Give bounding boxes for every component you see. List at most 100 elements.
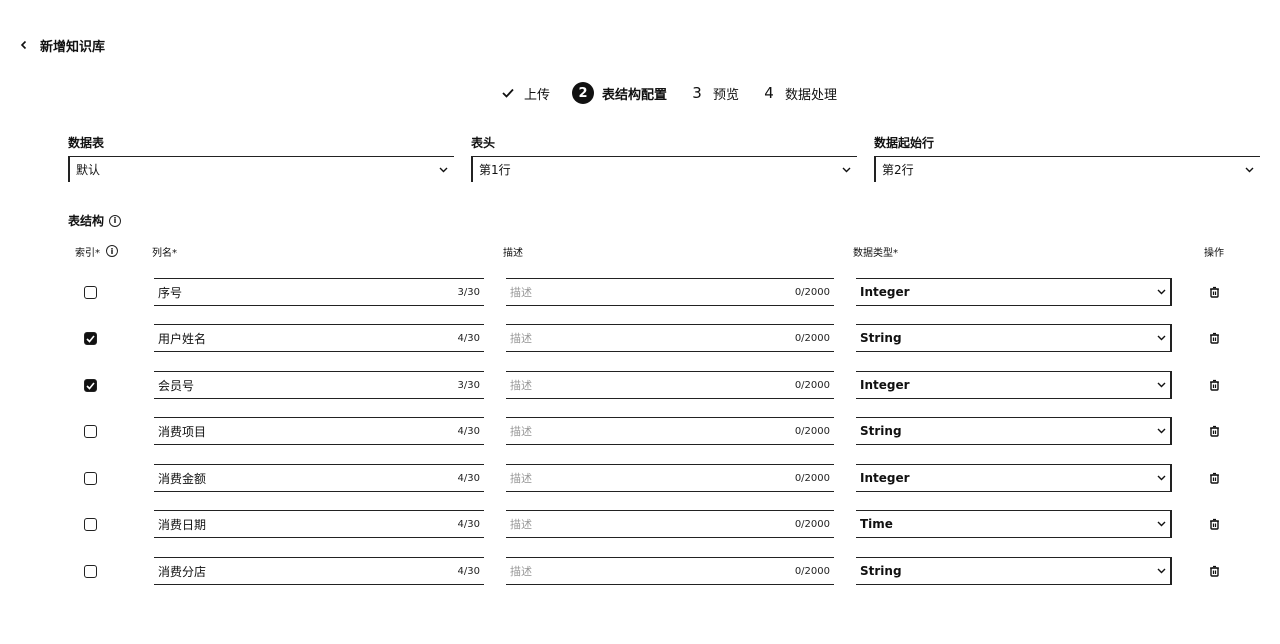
index-checkbox[interactable] xyxy=(84,565,97,578)
delete-icon[interactable] xyxy=(1206,563,1222,579)
column-name-input[interactable]: 消费金额 4/30 xyxy=(154,464,484,492)
description-counter: 0/2000 xyxy=(794,565,830,577)
step-number: 2 xyxy=(572,82,595,104)
step-number: 4 xyxy=(764,84,774,102)
structure-title: 表结构 i xyxy=(68,212,122,229)
column-header-action: 操作 xyxy=(1204,247,1224,259)
step-upload[interactable]: 上传 xyxy=(500,84,550,103)
column-name-value: 用户姓名 xyxy=(158,331,207,346)
chevron-down-icon xyxy=(1244,165,1254,175)
column-name-input[interactable]: 消费日期 4/30 xyxy=(154,510,484,538)
header-row-select[interactable]: 第1行 xyxy=(471,156,857,182)
description-placeholder: 描述 xyxy=(510,332,532,345)
data-type-select[interactable]: String xyxy=(856,417,1172,445)
table-row: 序号 3/30 描述 0/2000 Integer xyxy=(0,278,1280,310)
data-type-select[interactable]: Integer xyxy=(856,278,1172,306)
column-name-counter: 3/30 xyxy=(457,286,480,298)
step-label: 数据处理 xyxy=(785,87,838,103)
info-icon[interactable]: i xyxy=(109,214,122,227)
data-start-value: 第2行 xyxy=(882,163,914,177)
index-checkbox[interactable] xyxy=(84,518,97,531)
column-name-value: 消费日期 xyxy=(158,517,207,532)
description-input[interactable]: 描述 0/2000 xyxy=(506,510,834,538)
step-label: 表结构配置 xyxy=(602,87,668,103)
column-name-value: 会员号 xyxy=(158,378,195,393)
index-checkbox[interactable] xyxy=(84,425,97,438)
check-icon xyxy=(500,85,516,101)
description-counter: 0/2000 xyxy=(794,518,830,530)
header-row-value: 第1行 xyxy=(479,163,511,177)
description-placeholder: 描述 xyxy=(510,472,532,485)
column-name-input[interactable]: 消费分店 4/30 xyxy=(154,557,484,585)
description-counter: 0/2000 xyxy=(794,425,830,437)
description-input[interactable]: 描述 0/2000 xyxy=(506,557,834,585)
column-name-counter: 4/30 xyxy=(457,565,480,577)
column-name-value: 消费项目 xyxy=(158,424,207,439)
description-input[interactable]: 描述 0/2000 xyxy=(506,464,834,492)
table-row: 会员号 3/30 描述 0/2000 Integer xyxy=(0,371,1280,403)
structure-title-text: 表结构 xyxy=(68,214,105,228)
sheet-field: 数据表 默认 xyxy=(68,134,454,182)
delete-icon[interactable] xyxy=(1206,330,1222,346)
column-name-counter: 4/30 xyxy=(457,425,480,437)
column-name-input[interactable]: 序号 3/30 xyxy=(154,278,484,306)
table-row: 用户姓名 4/30 描述 0/2000 String xyxy=(0,324,1280,356)
description-input[interactable]: 描述 0/2000 xyxy=(506,371,834,399)
column-header-desc: 描述 xyxy=(503,247,523,259)
chevron-down-icon xyxy=(841,165,851,175)
index-checkbox[interactable] xyxy=(84,286,97,299)
data-type-value: Integer xyxy=(860,378,910,392)
sheet-value: 默认 xyxy=(76,163,101,177)
delete-icon[interactable] xyxy=(1206,516,1222,532)
data-type-select[interactable]: String xyxy=(856,324,1172,352)
chevron-down-icon xyxy=(1156,380,1166,390)
step-label: 预览 xyxy=(713,87,740,103)
step-processing[interactable]: 4 数据处理 xyxy=(761,84,837,103)
chevron-down-icon xyxy=(438,165,448,175)
description-placeholder: 描述 xyxy=(510,565,532,578)
info-icon[interactable]: i xyxy=(106,245,118,257)
step-structure[interactable]: 2 表结构配置 xyxy=(572,82,667,104)
column-name-value: 消费金额 xyxy=(158,471,207,486)
chevron-down-icon xyxy=(1156,566,1166,576)
table-row: 消费项目 4/30 描述 0/2000 String xyxy=(0,417,1280,449)
delete-icon[interactable] xyxy=(1206,284,1222,300)
column-name-value: 序号 xyxy=(158,285,183,300)
column-name-counter: 3/30 xyxy=(457,379,480,391)
delete-icon[interactable] xyxy=(1206,423,1222,439)
column-name-value: 消费分店 xyxy=(158,564,207,579)
index-checkbox[interactable] xyxy=(84,379,97,392)
column-header-index-text: 索引* xyxy=(75,247,100,259)
data-type-select[interactable]: Integer xyxy=(856,464,1172,492)
sheet-select[interactable]: 默认 xyxy=(68,156,454,182)
header-row-label: 表头 xyxy=(471,136,496,150)
column-name-input[interactable]: 用户姓名 4/30 xyxy=(154,324,484,352)
page-title: 新增知识库 xyxy=(40,39,106,55)
chevron-down-icon xyxy=(1156,287,1166,297)
index-checkbox[interactable] xyxy=(84,332,97,345)
column-name-counter: 4/30 xyxy=(457,518,480,530)
description-counter: 0/2000 xyxy=(794,379,830,391)
delete-icon[interactable] xyxy=(1206,470,1222,486)
index-checkbox[interactable] xyxy=(84,472,97,485)
data-type-select[interactable]: Integer xyxy=(856,371,1172,399)
data-type-value: Integer xyxy=(860,285,910,299)
column-name-input[interactable]: 会员号 3/30 xyxy=(154,371,484,399)
data-start-select[interactable]: 第2行 xyxy=(874,156,1260,182)
description-placeholder: 描述 xyxy=(510,518,532,531)
data-type-select[interactable]: String xyxy=(856,557,1172,585)
description-input[interactable]: 描述 0/2000 xyxy=(506,417,834,445)
description-counter: 0/2000 xyxy=(794,472,830,484)
delete-icon[interactable] xyxy=(1206,377,1222,393)
column-name-input[interactable]: 消费项目 4/30 xyxy=(154,417,484,445)
description-placeholder: 描述 xyxy=(510,425,532,438)
column-header-type: 数据类型* xyxy=(853,247,898,259)
data-type-select[interactable]: Time xyxy=(856,510,1172,538)
description-input[interactable]: 描述 0/2000 xyxy=(506,278,834,306)
step-preview[interactable]: 3 预览 xyxy=(689,84,739,103)
description-input[interactable]: 描述 0/2000 xyxy=(506,324,834,352)
column-header-index: 索引* i xyxy=(75,244,118,259)
table-row: 消费分店 4/30 描述 0/2000 String xyxy=(0,557,1280,589)
chevron-left-icon[interactable] xyxy=(14,35,34,55)
data-type-value: Integer xyxy=(860,471,910,485)
